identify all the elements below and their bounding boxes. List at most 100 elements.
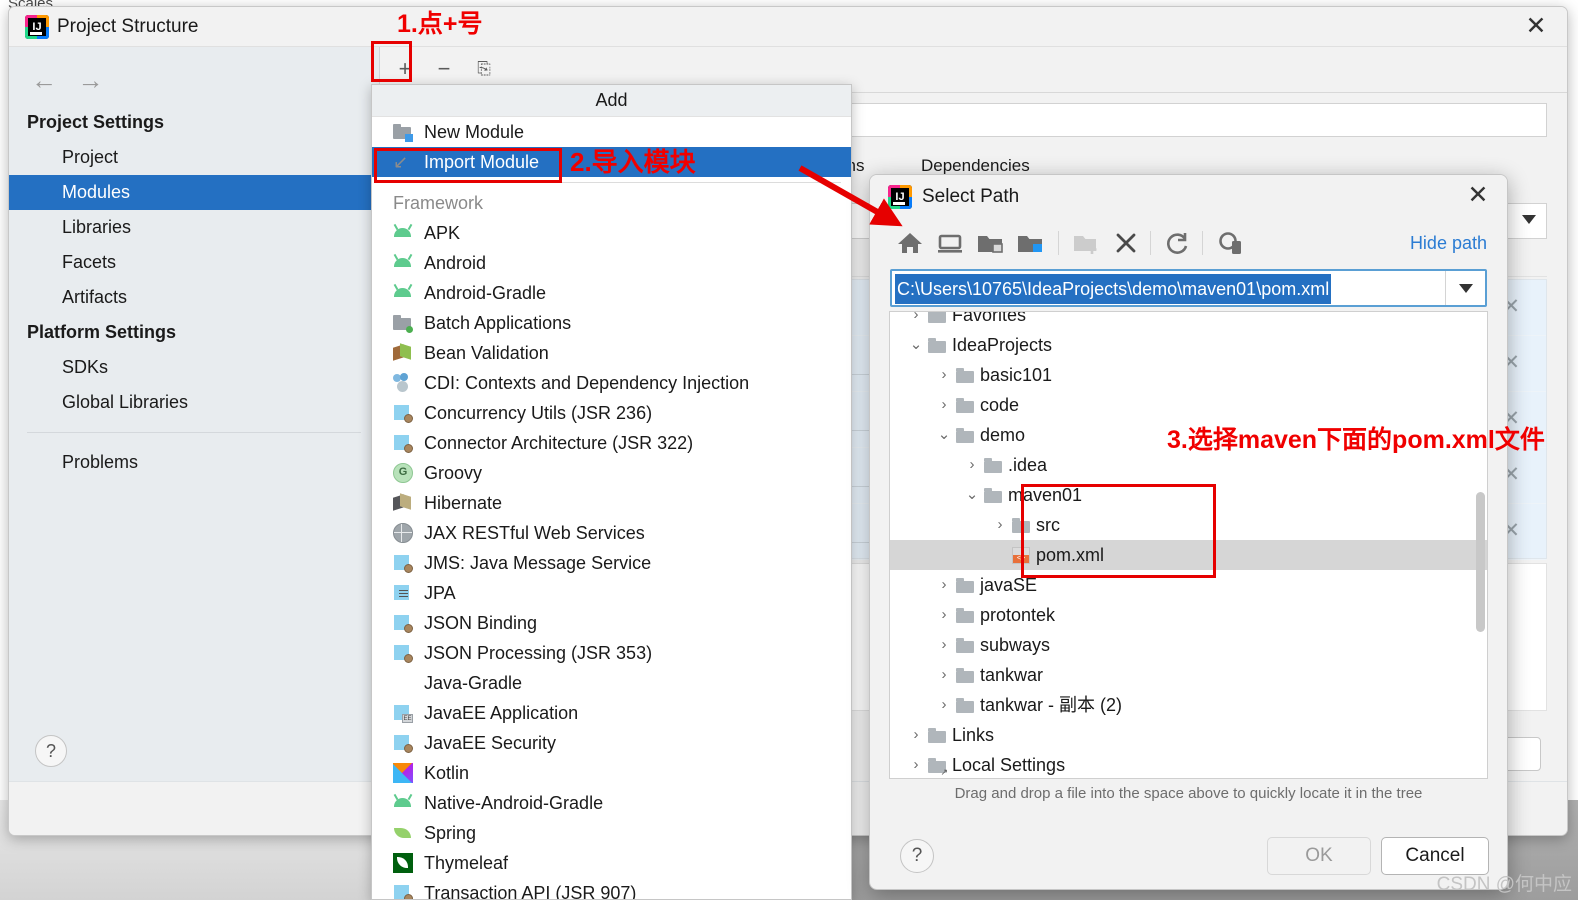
chevron-right-icon[interactable]: › xyxy=(936,660,952,690)
delete-icon[interactable] xyxy=(1110,227,1142,259)
help-button[interactable]: ? xyxy=(900,839,934,873)
menu-item-spring[interactable]: Spring xyxy=(372,818,851,848)
tree-item-protontek[interactable]: › protontek xyxy=(890,600,1487,630)
menu-item-label: Bean Validation xyxy=(424,343,549,363)
annotation-box-plus xyxy=(371,41,412,82)
annotation-step1: 1.点+号 xyxy=(397,10,483,38)
chevron-right-icon[interactable]: › xyxy=(936,390,952,420)
sidebar-group-platform-settings: Platform Settings xyxy=(27,322,177,342)
path-history-dropdown[interactable] xyxy=(1445,271,1485,305)
menu-item-label: CDI: Contexts and Dependency Injection xyxy=(424,373,750,393)
menu-item-label: JSON Processing (JSR 353) xyxy=(424,643,653,663)
back-arrow-icon[interactable]: ← xyxy=(23,65,65,95)
menu-item-jms[interactable]: JMS: Java Message Service xyxy=(372,548,851,578)
tree-item-basic101[interactable]: › basic101 xyxy=(890,360,1487,390)
shortcut-folder-icon: ↗ xyxy=(928,758,948,777)
javaee-blue-icon xyxy=(393,733,413,753)
chevron-down-icon[interactable]: ⌄ xyxy=(936,420,952,450)
menu-item-cdi[interactable]: CDI: Contexts and Dependency Injection xyxy=(372,368,851,398)
menu-item-connector-architecture[interactable]: Connector Architecture (JSR 322) xyxy=(372,428,851,458)
folder-icon xyxy=(984,488,1003,503)
chevron-down-icon[interactable]: ⌄ xyxy=(964,480,980,510)
menu-item-javaee-application[interactable]: EE JavaEE Application xyxy=(372,698,851,728)
tree-item-tankwar-copy2[interactable]: › tankwar - 副本 (2) xyxy=(890,690,1487,720)
jpa-icon xyxy=(393,583,413,603)
menu-item-thymeleaf[interactable]: Thymeleaf xyxy=(372,848,851,878)
folder-icon xyxy=(956,578,975,593)
chevron-right-icon[interactable]: › xyxy=(908,750,924,778)
chevron-right-icon[interactable]: › xyxy=(936,600,952,630)
tree-item-label: IdeaProjects xyxy=(952,335,1053,355)
menu-item-jax-restful[interactable]: JAX RESTful Web Services xyxy=(372,518,851,548)
folder-icon xyxy=(956,368,975,383)
chevron-right-icon[interactable]: › xyxy=(908,720,924,750)
folder-icon xyxy=(928,338,947,353)
close-icon[interactable]: ✕ xyxy=(1465,183,1491,209)
chevron-down-icon xyxy=(1459,284,1473,293)
chevron-down-icon[interactable]: ⌄ xyxy=(908,330,924,360)
tree-item-subways[interactable]: › subways xyxy=(890,630,1487,660)
menu-item-label: JSON Binding xyxy=(424,613,538,633)
menu-item-label: JAX RESTful Web Services xyxy=(424,523,645,543)
tree-item-links[interactable]: › Links xyxy=(890,720,1487,750)
tree-item-ideaprojects[interactable]: ⌄ IdeaProjects xyxy=(890,330,1487,360)
tree-item-code[interactable]: › code xyxy=(890,390,1487,420)
tree-item-label: tankwar xyxy=(980,665,1044,685)
chevron-right-icon[interactable]: › xyxy=(964,450,980,480)
sidebar-item-problems[interactable]: Problems xyxy=(9,445,379,480)
menu-item-batch-applications[interactable]: Batch Applications xyxy=(372,308,851,338)
tree-item-tankwar[interactable]: › tankwar xyxy=(890,660,1487,690)
tree-item-local-settings[interactable]: › ↗ Local Settings xyxy=(890,750,1487,778)
sidebar-item-artifacts[interactable]: Artifacts xyxy=(9,280,379,315)
menu-item-kotlin[interactable]: Kotlin xyxy=(372,758,851,788)
chevron-right-icon[interactable]: › xyxy=(936,570,952,600)
module-folder-icon[interactable] xyxy=(1014,227,1046,259)
tree-item-label: Favorites xyxy=(952,311,1027,325)
chevron-right-icon[interactable]: › xyxy=(936,690,952,720)
menu-item-transaction-api[interactable]: Transaction API (JSR 907) xyxy=(372,878,851,899)
close-icon[interactable]: ✕ xyxy=(1523,14,1549,41)
sidebar-item-global-libraries[interactable]: Global Libraries xyxy=(9,385,379,420)
menu-item-bean-validation[interactable]: Bean Validation xyxy=(372,338,851,368)
menu-item-concurrency-utils[interactable]: Concurrency Utils (JSR 236) xyxy=(372,398,851,428)
menu-item-label: Android xyxy=(424,253,487,273)
menu-item-label: Concurrency Utils (JSR 236) xyxy=(424,403,653,423)
copy-module-button[interactable]: ⎘ xyxy=(469,55,499,85)
chevron-right-icon[interactable]: › xyxy=(936,360,952,390)
sidebar-item-sdks[interactable]: SDKs xyxy=(9,350,379,385)
menu-item-groovy[interactable]: G Groovy xyxy=(372,458,851,488)
help-button[interactable]: ? xyxy=(35,735,67,767)
sidebar-item-libraries[interactable]: Libraries xyxy=(9,210,379,245)
tree-scrollbar[interactable] xyxy=(1476,492,1485,632)
menu-item-jpa[interactable]: JPA xyxy=(372,578,851,608)
project-folder-icon[interactable] xyxy=(974,227,1006,259)
ok-button[interactable]: OK xyxy=(1267,837,1371,875)
annotation-box-maven01 xyxy=(1021,484,1216,578)
folder-icon xyxy=(956,608,975,623)
menu-item-label: Kotlin xyxy=(424,763,470,783)
forward-arrow-icon[interactable]: → xyxy=(69,65,111,95)
menu-item-json-binding[interactable]: JSON Binding xyxy=(372,608,851,638)
menu-item-native-android-gradle[interactable]: Native-Android-Gradle xyxy=(372,788,851,818)
new-folder-icon xyxy=(1070,227,1102,259)
sidebar-item-project[interactable]: Project xyxy=(9,140,379,175)
tree-item-favorites[interactable]: › Favorites xyxy=(890,311,1487,330)
module-name-input[interactable]: 01 xyxy=(801,103,1547,137)
path-input[interactable]: C:\Users\10765\IdeaProjects\demo\maven01… xyxy=(890,269,1487,307)
refresh-icon[interactable] xyxy=(1162,227,1194,259)
menu-item-java-gradle[interactable]: Java-Gradle xyxy=(372,668,851,698)
path-input-value: C:\Users\10765\IdeaProjects\demo\maven01… xyxy=(895,274,1332,304)
chevron-right-icon[interactable]: › xyxy=(936,630,952,660)
menu-item-json-processing[interactable]: JSON Processing (JSR 353) xyxy=(372,638,851,668)
remove-module-button[interactable]: − xyxy=(429,55,459,85)
sidebar-item-facets[interactable]: Facets xyxy=(9,245,379,280)
tree-item-label: Local Settings xyxy=(952,755,1066,775)
chevron-right-icon[interactable]: › xyxy=(908,312,924,330)
sidebar-item-modules[interactable]: Modules xyxy=(9,175,379,210)
show-hidden-icon[interactable] xyxy=(1214,227,1246,259)
menu-item-android-gradle[interactable]: Android-Gradle xyxy=(372,278,851,308)
menu-item-hibernate[interactable]: Hibernate xyxy=(372,488,851,518)
hide-path-link[interactable]: Hide path xyxy=(1410,233,1487,254)
menu-item-javaee-security[interactable]: JavaEE Security xyxy=(372,728,851,758)
chevron-right-icon[interactable]: › xyxy=(992,510,1008,540)
